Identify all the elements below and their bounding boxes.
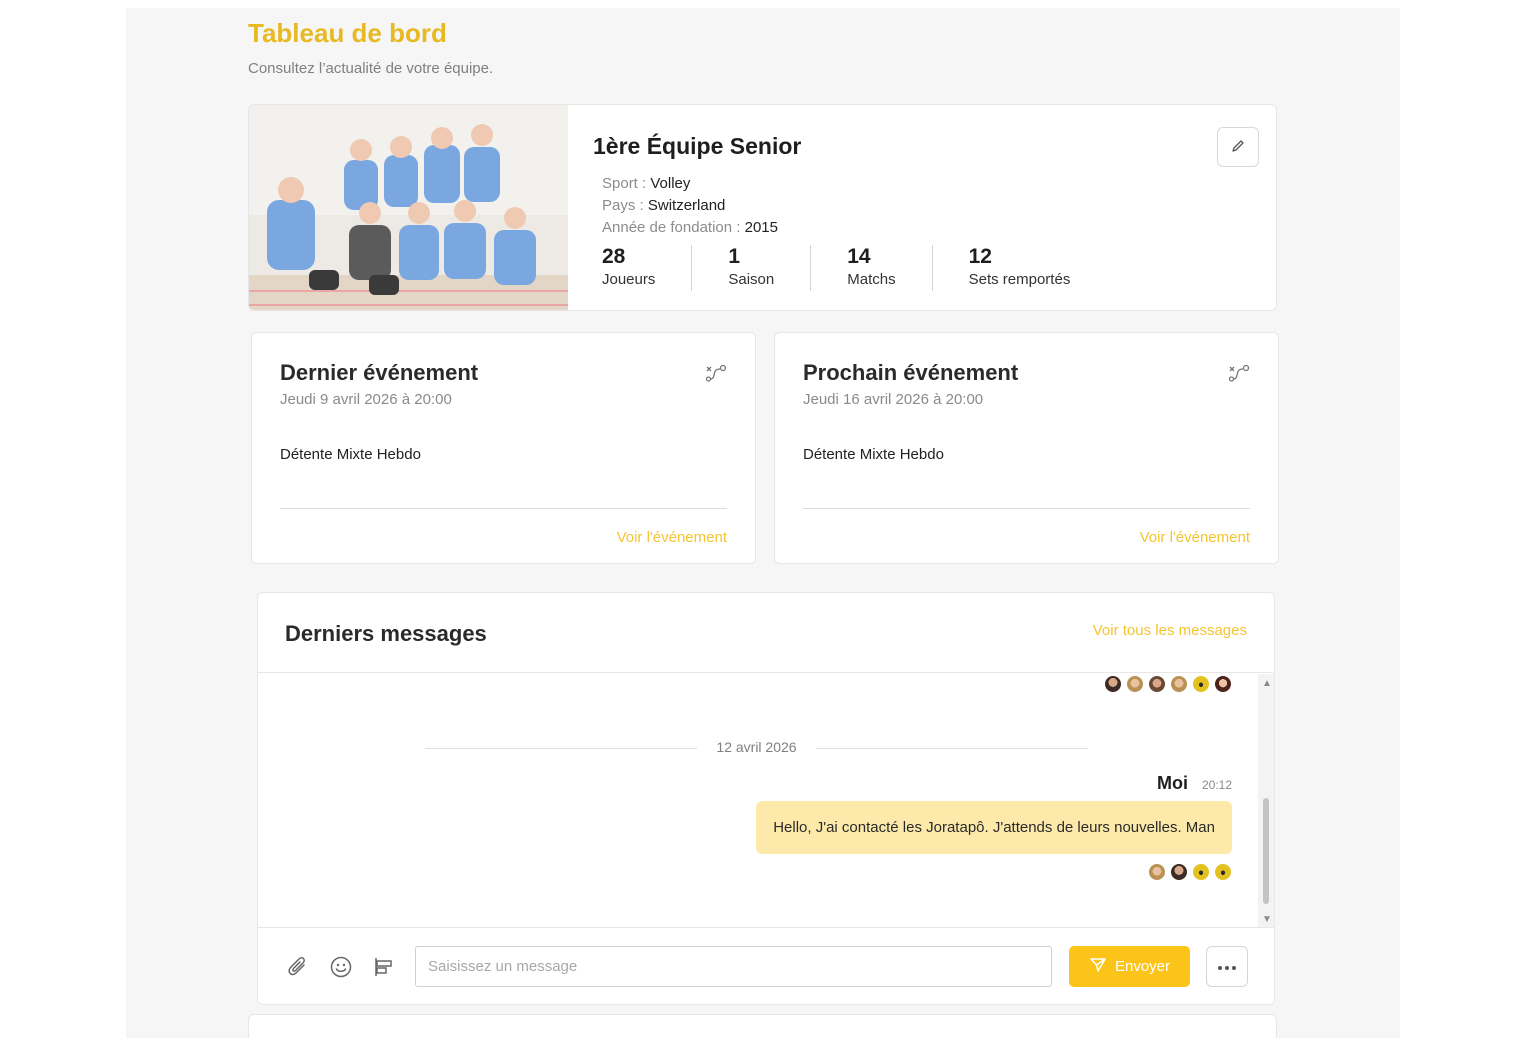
avatar	[1148, 863, 1166, 881]
message-time: 20:12	[1201, 778, 1232, 792]
route-icon	[1228, 363, 1250, 388]
view-last-event-link[interactable]: Voir l'événement	[617, 529, 727, 546]
messages-card: Derniers messages Voir tous les messages…	[257, 592, 1275, 1005]
team-photo-illustration	[249, 105, 568, 310]
paperclip-icon[interactable]	[284, 953, 312, 981]
align-left-icon[interactable]	[370, 953, 398, 981]
stat-value: 28	[602, 245, 626, 268]
team-country: Pays : Switzerland	[602, 197, 725, 214]
more-horizontal-icon	[1217, 959, 1237, 974]
stat-value: 12	[968, 245, 992, 268]
messages-header: Derniers messages Voir tous les messages	[258, 593, 1274, 673]
avatar	[1104, 675, 1122, 693]
date-separator: 12 avril 2026	[425, 738, 1088, 758]
avatar	[1126, 675, 1144, 693]
avatar	[1170, 675, 1188, 693]
sport-value: Volley	[650, 175, 691, 192]
page-title: Tableau de bord	[248, 18, 447, 48]
next-event-title: Prochain événement	[803, 360, 1019, 385]
country-label: Pays :	[602, 197, 644, 214]
stat-matches: 14 Matchs	[847, 245, 933, 291]
stat-label: Sets remportés	[968, 271, 1071, 288]
sport-label: Sport :	[602, 175, 647, 192]
avatar	[1214, 863, 1232, 881]
messages-title: Derniers messages	[285, 621, 487, 646]
read-receipts	[1148, 863, 1232, 881]
page-subtitle: Consultez l’actualité de votre équipe.	[248, 60, 494, 77]
team-stats: 28 Joueurs 1 Saison 14 Matchs 12 Sets re…	[602, 245, 1142, 291]
next-event-name: Détente Mixte Hebdo	[803, 446, 944, 463]
stat-value: 1	[728, 245, 741, 268]
message-input[interactable]	[415, 946, 1052, 987]
send-label: Envoyer	[1114, 958, 1171, 975]
avatar	[1192, 675, 1210, 693]
edit-team-button[interactable]	[1217, 127, 1259, 167]
founded-label: Année de fondation :	[602, 219, 741, 236]
stat-label: Saison	[728, 271, 775, 288]
route-icon	[705, 363, 727, 388]
more-options-button[interactable]	[1206, 946, 1248, 987]
chevron-down-icon[interactable]: ▼	[1262, 914, 1272, 925]
scrollbar-thumb[interactable]	[1263, 798, 1269, 904]
last-event-name: Détente Mixte Hebdo	[280, 446, 421, 463]
last-event-title: Dernier événement	[280, 360, 479, 385]
team-photo	[249, 105, 568, 310]
messages-scrollbar[interactable]: ▲ ▼	[1258, 674, 1274, 927]
stat-label: Matchs	[847, 271, 896, 288]
avatar	[1148, 675, 1166, 693]
founded-value: 2015	[744, 219, 778, 236]
date-separator-text: 12 avril 2026	[716, 739, 797, 755]
last-event-date: Jeudi 9 avril 2026 à 20:00	[280, 391, 452, 408]
messages-thread[interactable]: 12 avril 2026 Moi 20:12 Hello, J'ai cont…	[258, 674, 1258, 927]
divider	[280, 508, 727, 509]
send-button[interactable]: Envoyer	[1069, 946, 1190, 987]
last-event-card: Dernier événement Jeudi 9 avril 2026 à 2…	[251, 332, 756, 564]
country-value: Switzerland	[647, 197, 726, 214]
stat-value: 14	[847, 245, 871, 268]
next-section-card	[248, 1014, 1277, 1038]
message-composer: Envoyer	[258, 927, 1274, 1004]
message-bubble[interactable]: Hello, J'ai contacté les Joratapô. J'att…	[756, 801, 1232, 854]
stat-sets-won: 12 Sets remportés	[969, 245, 1107, 291]
team-name: 1ère Équipe Senior	[593, 133, 802, 159]
next-event-card: Prochain événement Jeudi 16 avril 2026 à…	[774, 332, 1279, 564]
chevron-up-icon[interactable]: ▲	[1262, 678, 1272, 689]
team-card: 1ère Équipe Senior Sport : Volley Pays :…	[248, 104, 1277, 311]
avatar	[1192, 863, 1210, 881]
pencil-icon	[1230, 138, 1246, 157]
view-next-event-link[interactable]: Voir l'événement	[1140, 529, 1250, 546]
team-sport: Sport : Volley	[602, 175, 690, 192]
next-event-date: Jeudi 16 avril 2026 à 20:00	[803, 391, 984, 408]
stat-season: 1 Saison	[728, 245, 812, 291]
view-all-messages-link[interactable]: Voir tous les messages	[1093, 622, 1247, 639]
stat-label: Joueurs	[602, 271, 656, 288]
message-meta: Moi 20:12	[1157, 773, 1232, 794]
divider	[803, 508, 1250, 509]
stat-players: 28 Joueurs	[602, 245, 693, 291]
team-founded: Année de fondation : 2015	[602, 219, 778, 236]
separator-line	[816, 748, 1088, 749]
avatar	[1170, 863, 1188, 881]
read-receipts	[1104, 675, 1232, 693]
avatar	[1214, 675, 1232, 693]
send-icon	[1089, 956, 1107, 978]
emoji-icon[interactable]	[327, 953, 355, 981]
sender-name: Moi	[1156, 773, 1188, 793]
